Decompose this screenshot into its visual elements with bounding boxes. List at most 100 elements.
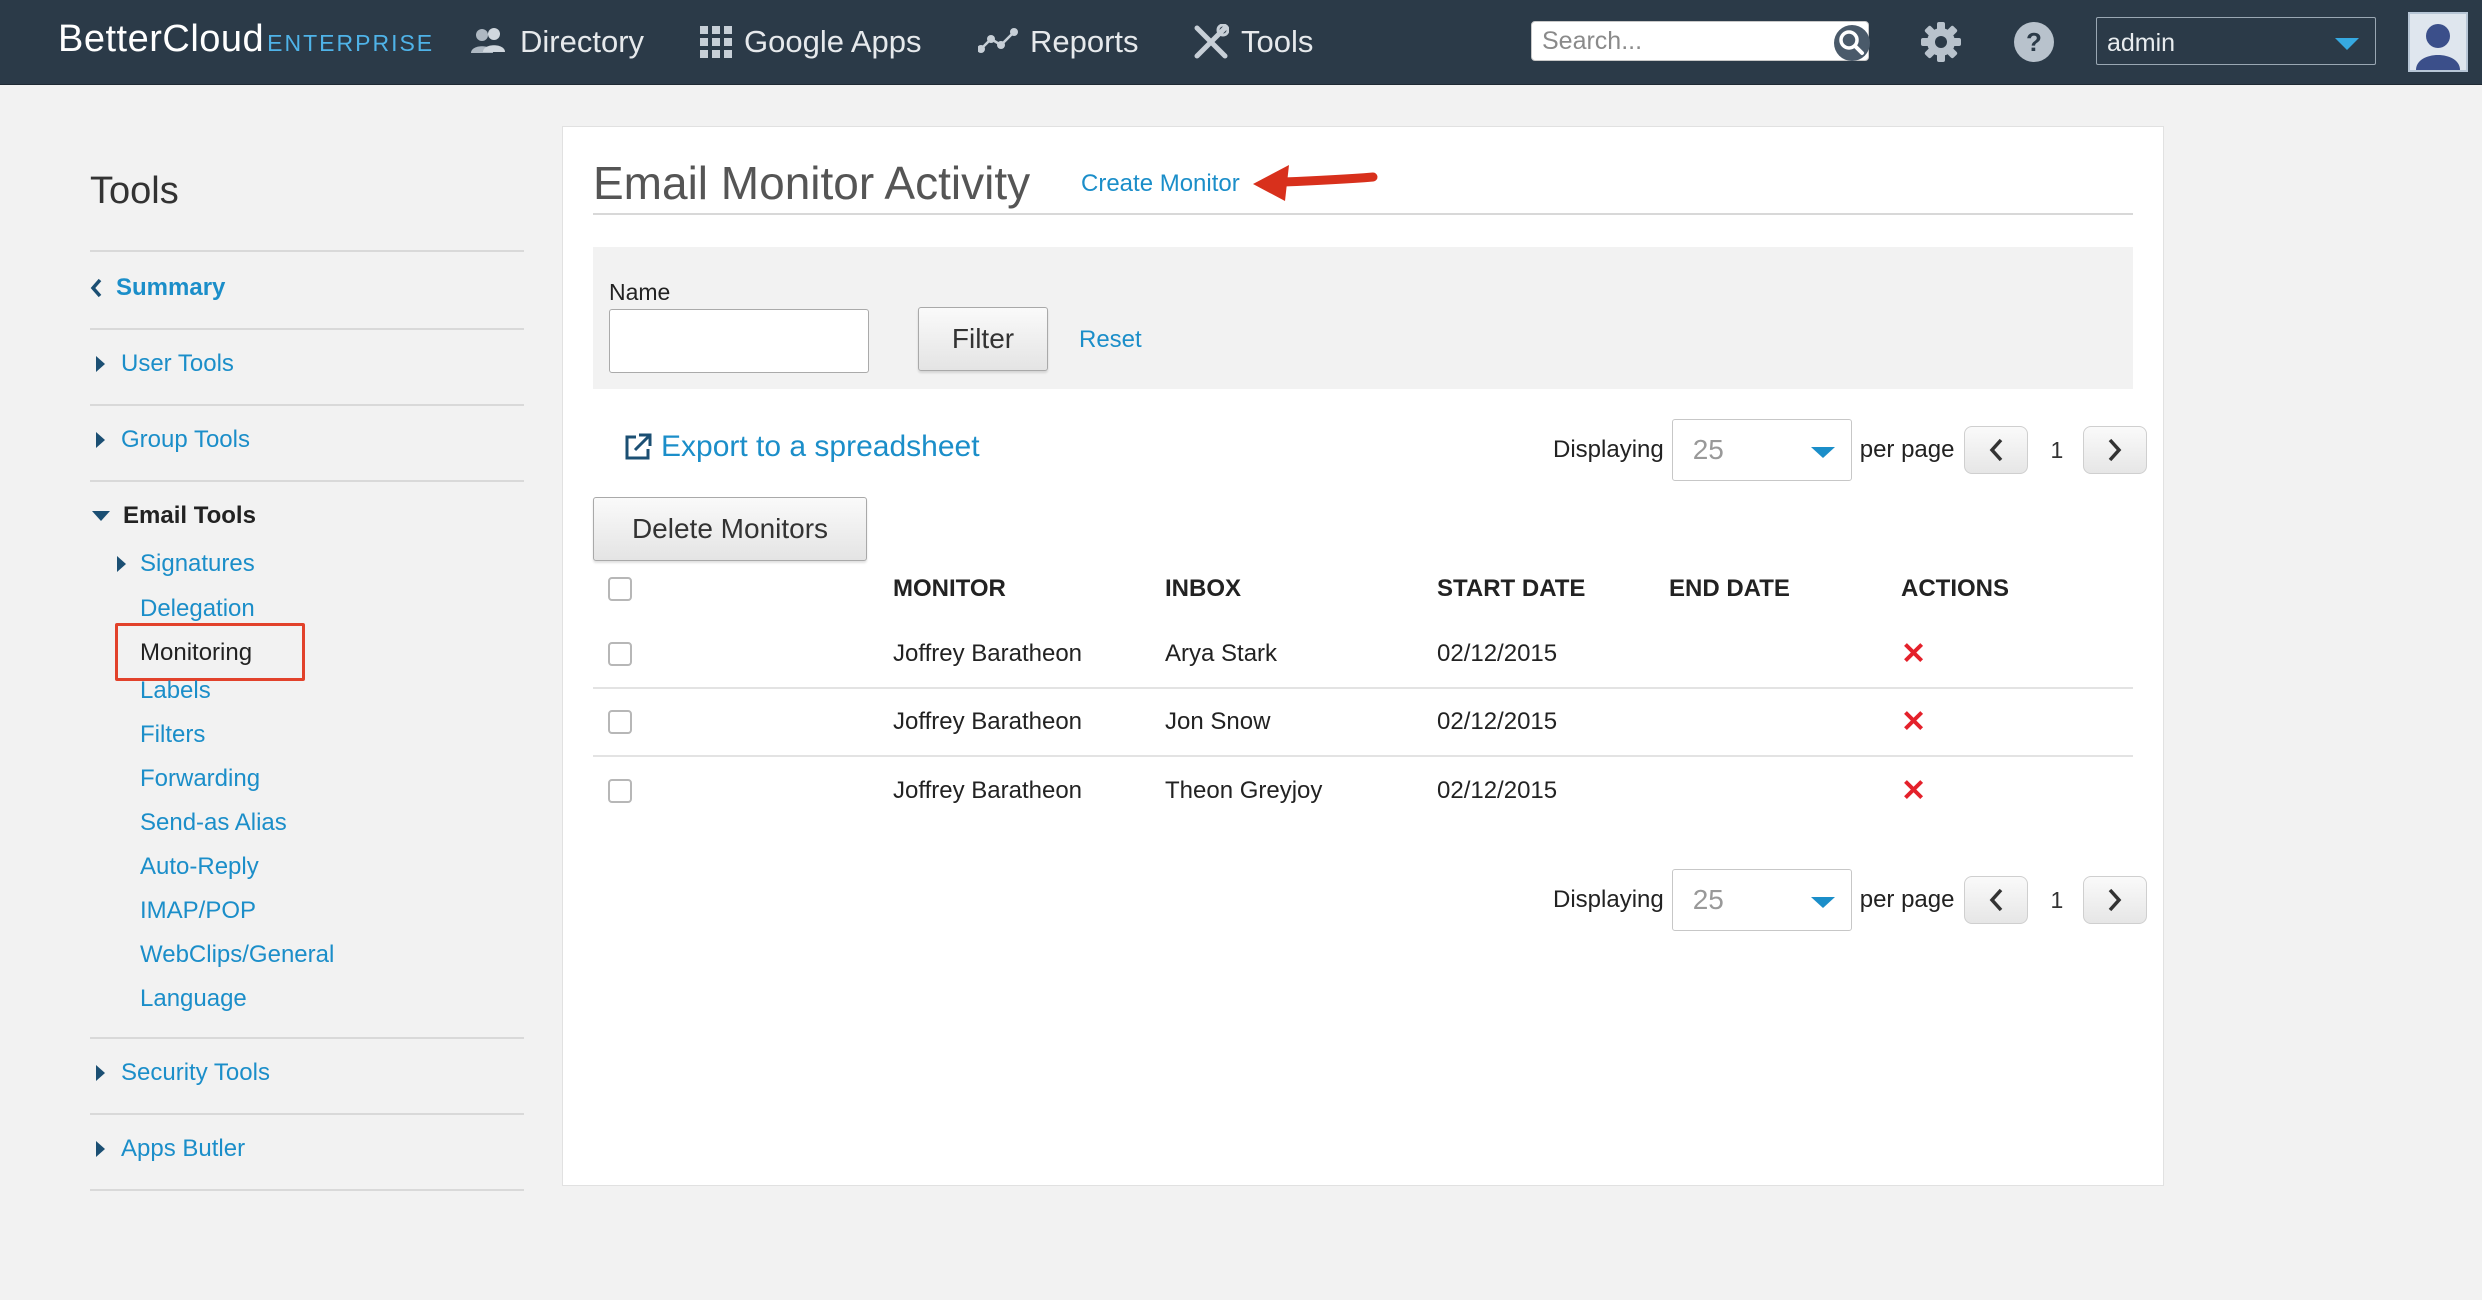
per-page-value: 25 [1692,434,1724,465]
grid-icon [700,26,732,58]
page-title: Email Monitor Activity [593,157,1031,209]
sidebar-item-group-tools[interactable]: Group Tools [96,426,250,454]
sidebar-item-security-tools[interactable]: Security Tools [96,1059,270,1087]
divider [90,250,524,252]
external-link-icon [625,433,652,460]
sidebar-subitem-label: Signatures [140,550,255,577]
start-date-cell: 02/12/2015 [1437,640,1558,667]
nav-reports[interactable]: Reports [978,22,1139,62]
table-header: MONITOR INBOX START DATE END DATE ACTION… [593,557,2133,621]
sidebar-subitem-language[interactable]: Language [140,985,247,1013]
main-panel: Email Monitor Activity Create Monitor Na… [562,126,2164,1186]
brand-logo[interactable]: BetterCloud ENTERPRISE [58,18,434,61]
monitoring-highlight-annotation [115,623,305,681]
column-header-end-date[interactable]: END DATE [1669,575,1790,603]
caret-right-icon [96,356,105,372]
nav-reports-label: Reports [1030,24,1139,59]
sidebar-item-label: Group Tools [121,426,250,453]
sidebar-subitem-delegation[interactable]: Delegation [140,595,255,623]
column-header-inbox[interactable]: INBOX [1165,575,1241,603]
table-row: Joffrey Baratheon Jon Snow 02/12/2015 ✕ [593,689,2133,757]
sidebar-item-summary[interactable]: Summary [90,274,225,302]
sidebar-subitem-labels[interactable]: Labels [140,677,211,705]
user-menu-selected: admin [2107,29,2176,57]
per-page-select[interactable]: 25 [1671,869,1852,931]
nav-directory-label: Directory [520,24,645,59]
sidebar-item-user-tools[interactable]: User Tools [96,350,234,378]
chart-line-icon [978,28,1018,53]
search-input[interactable] [1532,22,1812,60]
sidebar-subitem-forwarding[interactable]: Forwarding [140,765,260,793]
filter-bar: Name Filter Reset [593,247,2133,389]
pagination-bottom: Displaying 25 per page 1 [1553,869,2148,931]
chevron-right-icon [2108,438,2122,462]
caret-right-icon [117,556,126,572]
reset-link[interactable]: Reset [1079,326,1142,354]
table-row: Joffrey Baratheon Arya Stark 02/12/2015 … [593,621,2133,689]
name-filter-input[interactable] [609,309,869,373]
next-page-button[interactable] [2083,876,2148,924]
sidebar-item-label: User Tools [121,350,234,377]
help-icon[interactable]: ? [2012,20,2056,64]
sidebar-item-apps-butler[interactable]: Apps Butler [96,1135,245,1163]
sidebar-item-email-tools[interactable]: Email Tools [92,502,256,530]
chevron-left-icon [90,278,102,298]
prev-page-button[interactable] [1964,876,2029,924]
nav-tools-label: Tools [1241,24,1314,59]
start-date-cell: 02/12/2015 [1437,708,1558,735]
caret-right-icon [96,1065,105,1081]
start-date-cell: 02/12/2015 [1437,777,1558,804]
per-page-label: per page [1859,886,1955,913]
sidebar-subitem-signatures[interactable]: Signatures [117,550,255,578]
sidebar-subitem-auto-reply[interactable]: Auto-Reply [140,853,259,881]
prev-page-button[interactable] [1964,426,2029,474]
inbox-cell: Theon Greyjoy [1165,777,1323,804]
column-header-start-date[interactable]: START DATE [1437,575,1585,603]
per-page-label: per page [1859,436,1955,463]
per-page-select[interactable]: 25 [1671,419,1852,481]
row-checkbox[interactable] [608,779,632,803]
sidebar-subitem-imap-pop[interactable]: IMAP/POP [140,897,256,925]
monitor-cell: Joffrey Baratheon [893,777,1083,804]
search-box [1531,21,1872,63]
next-page-button[interactable] [2083,426,2148,474]
row-checkbox[interactable] [608,710,632,734]
gear-icon[interactable] [1919,20,1963,64]
sidebar-subitem-send-as-alias[interactable]: Send-as Alias [140,809,287,837]
nav-directory[interactable]: Directory [470,22,644,62]
top-navigation-bar: BetterCloud ENTERPRISE Directory Google A… [0,0,2482,85]
column-header-monitor[interactable]: MONITOR [893,575,1006,603]
delete-x-icon[interactable]: ✕ [1901,637,1926,672]
user-menu-dropdown[interactable]: admin [2096,17,2376,65]
filter-button[interactable]: Filter [918,307,1048,371]
row-checkbox[interactable] [608,642,632,666]
export-label: Export to a spreadsheet [661,430,980,463]
delete-x-icon[interactable]: ✕ [1901,774,1926,809]
sidebar-subitem-webclips-general[interactable]: WebClips/General [140,941,334,969]
nav-tools[interactable]: Tools [1193,22,1313,62]
sidebar-item-label: Email Tools [123,502,256,529]
chevron-down-icon [1810,897,1835,908]
table-row: Joffrey Baratheon Theon Greyjoy 02/12/20… [593,757,2133,825]
monitor-cell: Joffrey Baratheon [893,708,1083,735]
divider [90,1037,524,1039]
divider [593,213,2133,215]
nav-google-apps[interactable]: Google Apps [700,22,922,62]
caret-right-icon [96,432,105,448]
create-monitor-link[interactable]: Create Monitor [1081,170,1240,198]
select-all-checkbox[interactable] [608,577,632,601]
sidebar-item-label: Summary [116,274,226,301]
export-spreadsheet-link[interactable]: Export to a spreadsheet [623,430,980,464]
delete-x-icon[interactable]: ✕ [1901,705,1926,740]
monitor-cell: Joffrey Baratheon [893,640,1083,667]
brand-name: BetterCloud [58,18,265,60]
sidebar-subitem-filters[interactable]: Filters [140,721,205,749]
inbox-cell: Arya Stark [1165,640,1278,667]
sidebar-item-label: Apps Butler [121,1135,246,1162]
current-page: 1 [2050,886,2064,913]
avatar[interactable] [2408,12,2468,72]
displaying-label: Displaying [1553,886,1664,913]
delete-monitors-button[interactable]: Delete Monitors [593,497,867,561]
divider [90,1113,524,1115]
search-icon[interactable] [1832,23,1872,63]
